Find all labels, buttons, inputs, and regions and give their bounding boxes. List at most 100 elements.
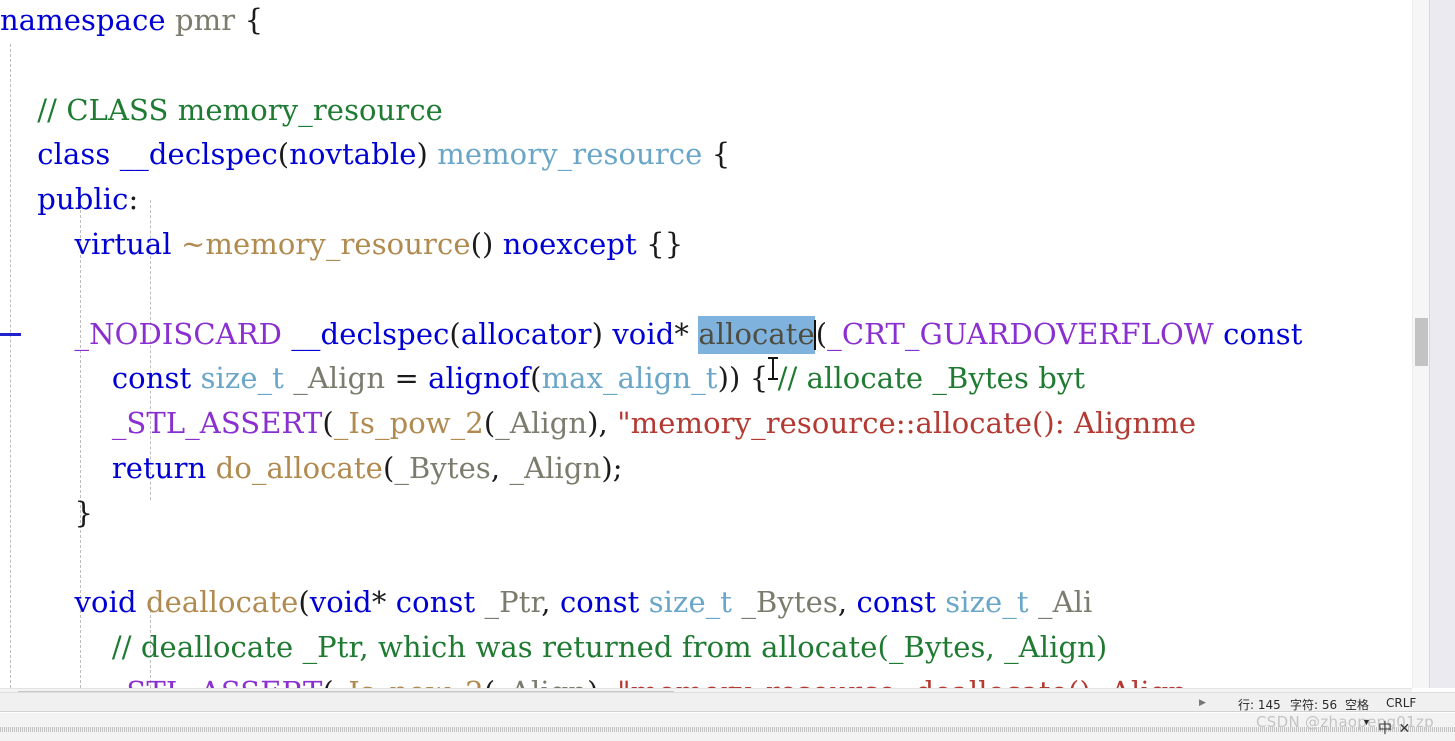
code-token: _Bytes xyxy=(394,450,491,485)
code-token: _Align xyxy=(495,406,588,441)
code-token: ( xyxy=(483,406,496,441)
code-token: return xyxy=(111,450,207,485)
code-token: _Bytes xyxy=(741,585,838,620)
code-line[interactable]: _STL_ASSERT(_Is_pow_2(_Align), "memory_r… xyxy=(0,401,1412,446)
vertical-scrollbar[interactable] xyxy=(1412,0,1429,688)
code-token: ( xyxy=(449,316,461,351)
source-code[interactable]: namespace pmr { // CLASS memory_resource… xyxy=(0,0,1412,688)
code-token: namespace xyxy=(0,3,166,37)
code-token: _STL_ASSERT xyxy=(111,406,323,441)
code-editor-window: namespace pmr { // CLASS memory_resource… xyxy=(0,0,1455,741)
code-token: max_align_t xyxy=(541,361,718,396)
code-token: _CRT_GUARDOVERFLOW xyxy=(827,316,1214,351)
status-line-number[interactable]: 行: 145 xyxy=(1238,696,1281,713)
code-line[interactable]: return do_allocate(_Bytes, _Align); xyxy=(0,446,1412,491)
code-token: () xyxy=(470,226,494,261)
status-line-ending[interactable]: CRLF xyxy=(1386,696,1416,710)
code-token: virtual xyxy=(74,226,172,261)
code-token: _Align xyxy=(293,361,386,396)
code-line[interactable] xyxy=(0,267,1412,312)
chevron-down-icon[interactable]: ▼ xyxy=(1362,717,1371,727)
code-token: ), xyxy=(587,406,608,441)
code-line[interactable]: _NODISCARD __declspec(allocator) void* a… xyxy=(0,312,1412,357)
code-token: , xyxy=(490,450,501,485)
code-line[interactable] xyxy=(0,43,1412,88)
ime-indicator[interactable]: 中 ✕ xyxy=(1378,718,1411,738)
code-line[interactable]: // deallocate _Ptr, which was returned f… xyxy=(0,625,1412,670)
code-line[interactable]: const size_t _Align = alignof(max_align_… xyxy=(0,356,1412,401)
code-token: ( xyxy=(322,406,334,441)
code-line[interactable]: // CLASS memory_resource xyxy=(0,88,1412,133)
code-token: memory_resource xyxy=(437,137,703,172)
code-token: alignof xyxy=(428,361,531,396)
code-token: noexcept xyxy=(502,226,637,261)
code-token: * xyxy=(674,316,690,351)
code-token: ) xyxy=(591,316,603,351)
code-token: void xyxy=(74,585,137,620)
code-line[interactable]: void deallocate(void* const _Ptr, const … xyxy=(0,580,1412,625)
code-token: ( xyxy=(382,450,395,485)
dotted-divider xyxy=(0,727,1455,732)
status-char-number[interactable]: 字符: 56 xyxy=(1290,696,1337,713)
code-token: // CLASS memory_resource xyxy=(37,92,443,127)
code-line[interactable]: public: xyxy=(0,177,1412,222)
code-token: __declspec xyxy=(291,316,450,351)
selected-token[interactable]: allocate xyxy=(698,315,815,354)
code-token: const xyxy=(1223,316,1303,351)
code-token: _Ptr xyxy=(484,585,542,620)
code-token: class xyxy=(37,137,111,172)
code-line[interactable]: virtual ~memory_resource() noexcept {} xyxy=(0,222,1412,267)
code-token: // deallocate _Ptr, which was returned f… xyxy=(111,630,1108,665)
code-line[interactable]: class __declspec(novtable) memory_resour… xyxy=(0,132,1412,177)
code-token: } xyxy=(74,495,94,530)
code-line[interactable]: } xyxy=(0,491,1412,536)
status-indentation[interactable]: 空格 xyxy=(1345,696,1369,713)
editor-text-area[interactable]: namespace pmr { // CLASS memory_resource… xyxy=(0,0,1412,688)
triangle-right-icon[interactable]: ▶ xyxy=(1199,697,1209,709)
code-token: ( xyxy=(484,675,495,688)
code-line[interactable] xyxy=(0,536,1412,581)
right-margin-strip xyxy=(1429,0,1455,688)
code-token: size_t xyxy=(200,361,284,396)
vertical-scrollbar-thumb[interactable] xyxy=(1415,318,1428,366)
code-line[interactable]: namespace pmr { xyxy=(0,0,1412,43)
code-token: const xyxy=(395,585,476,620)
code-line[interactable]: _STL_ASSERT(_Is_pow_2(_Align), "memory_r… xyxy=(0,670,1412,688)
code-token: size_t xyxy=(945,585,1029,620)
code-token: ( xyxy=(322,675,333,688)
code-token: _Ali xyxy=(1037,585,1093,620)
code-token: ( xyxy=(815,316,828,351)
code-token: _Align xyxy=(509,450,602,485)
code-token: size_t xyxy=(648,585,733,620)
code-token: _Align xyxy=(495,675,587,688)
code-token: // allocate _Bytes byt xyxy=(777,361,1086,396)
code-token: ); xyxy=(601,450,623,485)
code-token: _NODISCARD xyxy=(74,316,282,351)
code-token: _Is_pow_2 xyxy=(334,675,484,688)
